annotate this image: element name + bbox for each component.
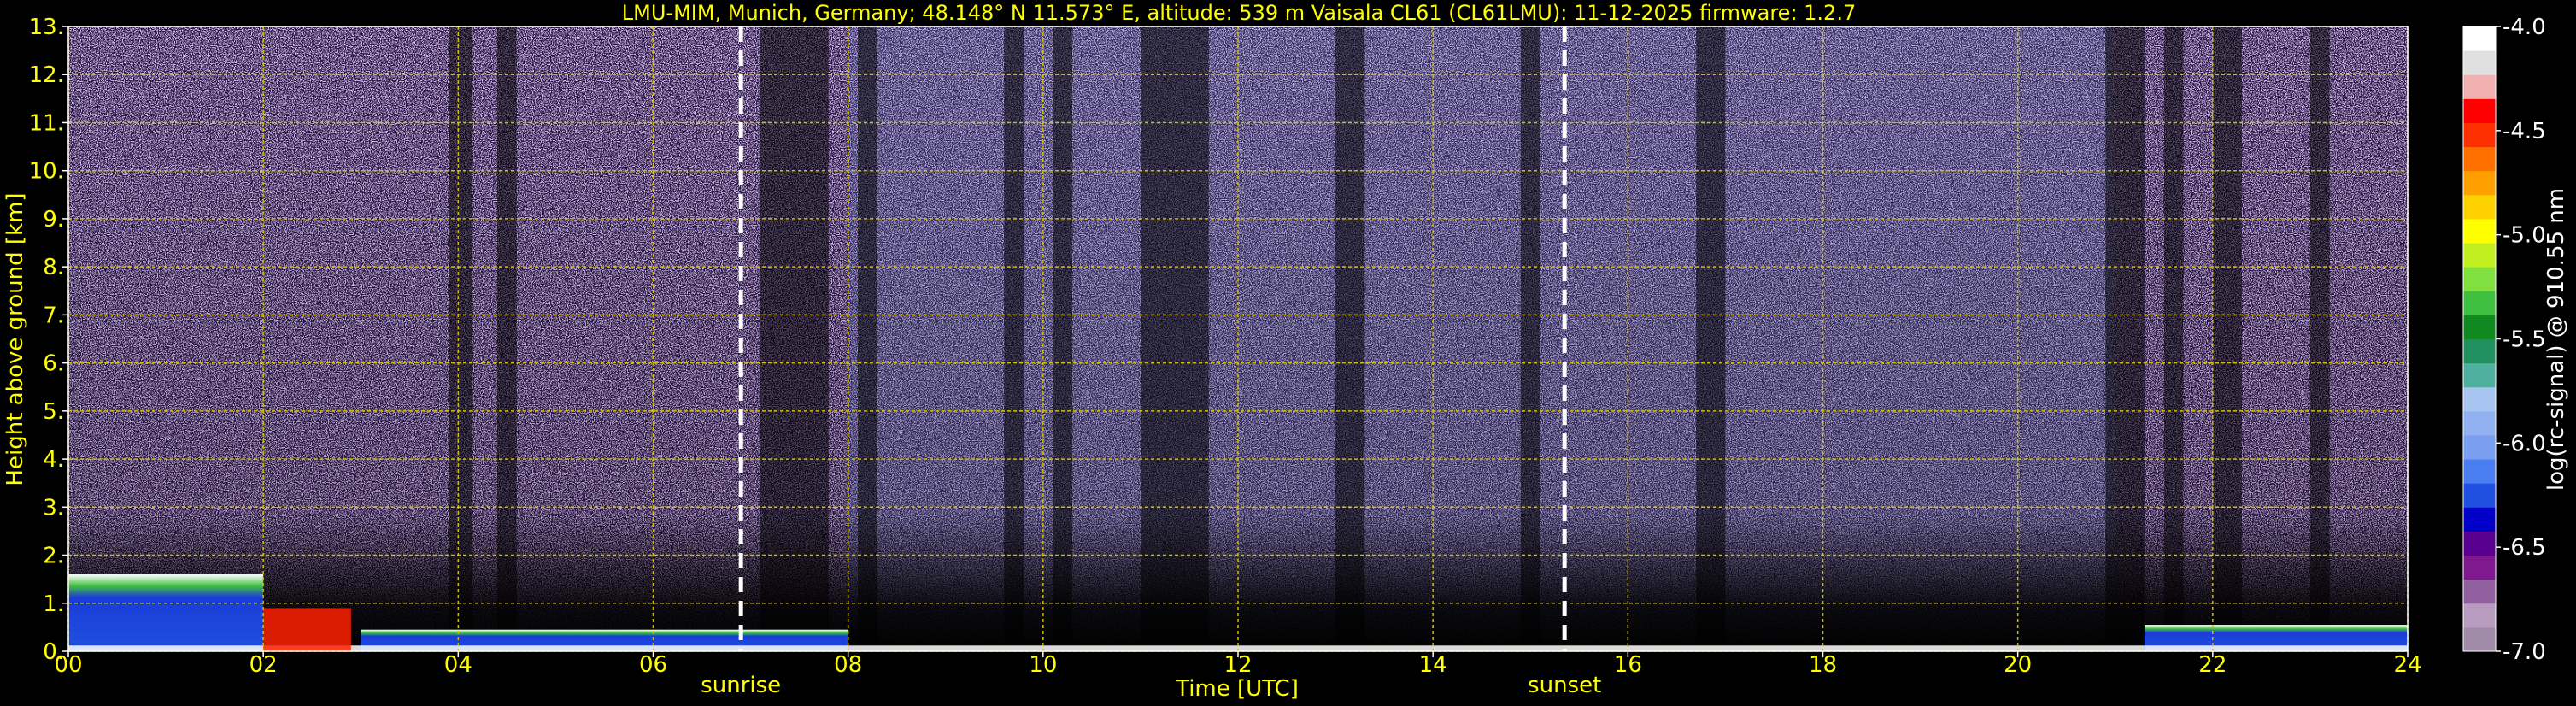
colorbar-segment: [2463, 146, 2496, 172]
sunrise-label: sunrise: [701, 673, 781, 698]
y-tick-label: 6.: [43, 351, 64, 377]
y-tick-label: 12.: [29, 62, 64, 88]
x-tick-label: 16: [1614, 652, 1642, 678]
x-tick-label: 22: [2198, 652, 2227, 678]
x-tick-label: 20: [2004, 652, 2032, 678]
colorbar-segment: [2463, 362, 2496, 388]
x-tick-label: 14: [1419, 652, 1447, 678]
y-tick-label: 4.: [43, 447, 64, 473]
colorbar-segment: [2463, 122, 2496, 148]
x-tick-label: 04: [444, 652, 472, 678]
y-tick-label: 10.: [29, 159, 64, 185]
colorbar-tick-label: -4.5: [2503, 119, 2546, 144]
colorbar-label: log(rc-signal) @ 910.55 nm: [2544, 188, 2569, 491]
x-tick-label: 24: [2393, 652, 2421, 678]
y-tick-label: 3.: [43, 495, 64, 521]
colorbar-segment: [2463, 459, 2496, 484]
colorbar-tick-label: -4.0: [2503, 15, 2546, 40]
y-tick-label: 13.: [29, 15, 64, 40]
x-tick-label: 18: [1809, 652, 1837, 678]
colorbar-segment: [2463, 627, 2496, 652]
y-tick-label: 11.: [29, 110, 64, 136]
colorbar-segment: [2463, 603, 2496, 628]
colorbar-segment: [2463, 170, 2496, 196]
boundary-layer: [68, 574, 264, 651]
colorbar-segment: [2463, 507, 2496, 532]
sunset-label: sunset: [1528, 673, 1601, 698]
ceilometer-chart: LMU-MIM, Munich, Germany; 48.148° N 11.5…: [3, 1, 2569, 702]
x-tick-label: 10: [1029, 652, 1057, 678]
colorbar-segment: [2463, 531, 2496, 556]
x-axis-ticks: 00 02 04 06 08 10 12 14 16 18 20 22 24: [54, 651, 2422, 678]
y-tick-label: 9.: [43, 207, 64, 232]
colorbar-segment: [2463, 410, 2496, 436]
colorbar-segment: [2463, 386, 2496, 412]
colorbar-tick-label: -6.0: [2503, 431, 2546, 456]
y-axis-label: Height above ground [km]: [3, 192, 28, 485]
colorbar-tick-label: -5.0: [2503, 223, 2546, 249]
y-tick-label: 5.: [43, 399, 64, 425]
y-tick-label: 1.: [43, 591, 64, 617]
y-axis-ticks: 0. 1. 2. 3. 4. 5. 6. 7. 8. 9. 10. 11. 12. 13.: [29, 15, 68, 665]
colorbar-tick-label: -6.5: [2503, 535, 2546, 561]
chart-title: LMU-MIM, Munich, Germany; 48.148° N 11.5…: [622, 1, 1856, 25]
colorbar-segment: [2463, 26, 2496, 51]
colorbar-segment: [2463, 315, 2496, 339]
colorbar-segment: [2463, 74, 2496, 99]
colorbar-tick-label: -7.0: [2503, 639, 2546, 665]
colorbar-segment: [2463, 194, 2496, 220]
colorbar-segment: [2463, 291, 2496, 315]
colorbar-segment: [2463, 50, 2496, 75]
colorbar-segment: [2463, 267, 2496, 291]
colorbar-segment: [2463, 243, 2496, 268]
colorbar-segment: [2463, 218, 2496, 244]
y-tick-label: 7.: [43, 303, 64, 328]
y-tick-label: 0.: [43, 639, 64, 665]
x-tick-label: 08: [834, 652, 862, 678]
colorbar-segment: [2463, 579, 2496, 604]
transition-layer: [263, 608, 351, 651]
colorbar-segment: [2463, 338, 2496, 364]
x-tick-label: 06: [639, 652, 667, 678]
x-tick-label: 12: [1223, 652, 1252, 678]
colorbar-segment: [2463, 483, 2496, 508]
y-tick-label: 2.: [43, 544, 64, 569]
x-axis-label: Time [UTC]: [1175, 676, 1299, 702]
colorbar: -4.0 -4.5 -5.0 -5.5 -6.0 -6.5 -7.0: [2462, 15, 2546, 665]
y-tick-label: 8.: [43, 255, 64, 280]
colorbar-tick-label: -5.5: [2503, 327, 2546, 353]
colorbar-segment: [2463, 434, 2496, 460]
x-tick-label: 02: [249, 652, 278, 678]
colorbar-segment: [2463, 98, 2496, 123]
colorbar-segment: [2463, 555, 2496, 580]
